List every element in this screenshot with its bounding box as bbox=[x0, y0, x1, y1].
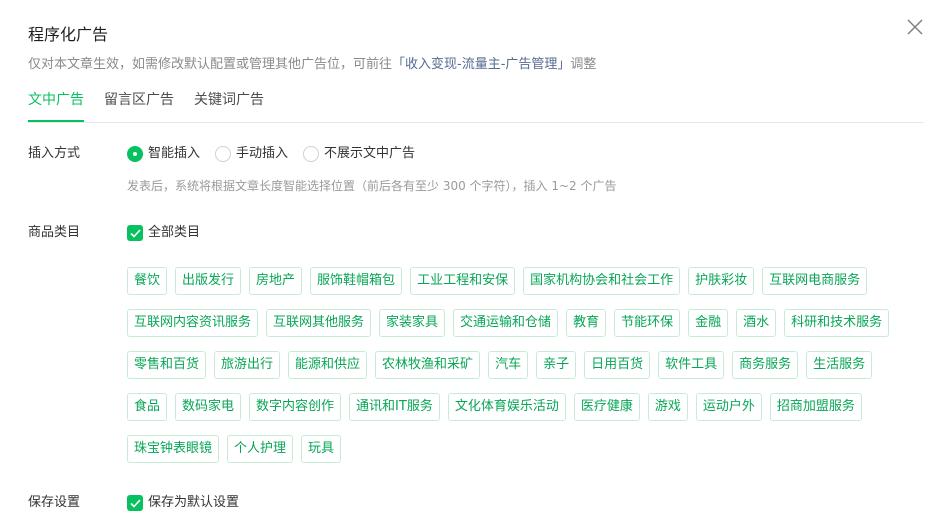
radio-no-ads[interactable]: 不展示文中广告 bbox=[303, 145, 415, 163]
category-tag[interactable]: 珠宝钟表眼镜 bbox=[127, 435, 220, 463]
category-tag[interactable]: 工业工程和安保 bbox=[410, 267, 516, 295]
category-tag[interactable]: 能源和供应 bbox=[288, 351, 368, 379]
ad-management-link[interactable]: 「收入变现-流量主-广告管理」 bbox=[392, 57, 570, 72]
radio-checked-icon bbox=[127, 146, 143, 162]
category-tag[interactable]: 教育 bbox=[566, 309, 607, 337]
category-tag[interactable]: 游戏 bbox=[647, 393, 688, 421]
radio-smart-insert[interactable]: 智能插入 bbox=[127, 145, 200, 163]
tab-in-article-ads[interactable]: 文中广告 bbox=[28, 90, 84, 110]
tag-row: 互联网内容资讯服务 互联网其他服务 家装家具 交通运输和仓储 教育 节能环保 金融 酒水 科研和… bbox=[127, 309, 927, 337]
ad-settings-dialog: 程序化广告 仅对本文章生效，如需修改默认配置或管理其他广告位，可前往「收入变现-… bbox=[0, 0, 950, 530]
category-tag[interactable]: 服饰鞋帽箱包 bbox=[310, 267, 403, 295]
close-button[interactable] bbox=[904, 16, 926, 38]
category-tag[interactable]: 房地产 bbox=[249, 267, 303, 295]
insert-mode-radio-group: 智能插入 手动插入 不展示文中广告 bbox=[127, 145, 430, 163]
category-tag[interactable]: 日用百货 bbox=[584, 351, 651, 379]
category-tag[interactable]: 玩具 bbox=[301, 435, 342, 463]
save-as-default-checkbox[interactable]: 保存为默认设置 bbox=[127, 494, 239, 512]
checkbox-label: 全部类目 bbox=[148, 225, 201, 240]
tag-row: 零售和百货 旅游出行 能源和供应 农林牧渔和采矿 汽车 亲子 日用百货 软件工具 商务服务 生活服… bbox=[127, 351, 927, 379]
category-tag[interactable]: 金融 bbox=[688, 309, 729, 337]
category-tag[interactable]: 个人护理 bbox=[227, 435, 294, 463]
category-tag[interactable]: 文化体育娱乐活动 bbox=[447, 393, 566, 421]
radio-manual-insert[interactable]: 手动插入 bbox=[215, 145, 288, 163]
active-tab-indicator bbox=[28, 120, 84, 122]
category-tag[interactable]: 通讯和IT服务 bbox=[349, 393, 440, 421]
category-tag-list: 餐饮 出版发行 房地产 服饰鞋帽箱包 工业工程和安保 国家机构协会和社会工作 护肤彩妆 互联网… bbox=[127, 267, 927, 477]
category-tag[interactable]: 商务服务 bbox=[732, 351, 799, 379]
checkbox-checked-icon bbox=[127, 495, 143, 511]
radio-label: 智能插入 bbox=[148, 146, 201, 161]
category-tag[interactable]: 零售和百货 bbox=[127, 351, 207, 379]
subtitle-text: 仅对本文章生效，如需修改默认配置或管理其他广告位，可前往 bbox=[28, 57, 393, 72]
subtitle-suffix: 调整 bbox=[570, 57, 597, 72]
tag-row: 食品 数码家电 数字内容创作 通讯和IT服务 文化体育娱乐活动 医疗健康 游戏 运动户外 招商加… bbox=[127, 393, 927, 421]
category-tag[interactable]: 出版发行 bbox=[175, 267, 242, 295]
tag-row: 餐饮 出版发行 房地产 服饰鞋帽箱包 工业工程和安保 国家机构协会和社会工作 护肤彩妆 互联网… bbox=[127, 267, 927, 295]
tag-row: 珠宝钟表眼镜 个人护理 玩具 bbox=[127, 435, 927, 463]
tab-comment-ads[interactable]: 留言区广告 bbox=[104, 90, 174, 110]
radio-label: 不展示文中广告 bbox=[324, 146, 416, 161]
category-tag[interactable]: 运动户外 bbox=[695, 393, 762, 421]
category-tag[interactable]: 餐饮 bbox=[127, 267, 168, 295]
category-tag[interactable]: 数码家电 bbox=[175, 393, 242, 421]
close-icon bbox=[907, 19, 923, 35]
dialog-subtitle: 仅对本文章生效，如需修改默认配置或管理其他广告位，可前往「收入变现-流量主-广告… bbox=[28, 56, 596, 74]
category-label: 商品类目 bbox=[28, 225, 81, 240]
category-tag[interactable]: 软件工具 bbox=[658, 351, 725, 379]
save-settings-label: 保存设置 bbox=[28, 495, 81, 510]
insert-mode-hint: 发表后，系统将根据文章长度智能选择位置（前后各有至少 300 个字符），插入 1… bbox=[127, 179, 617, 193]
category-tag[interactable]: 酒水 bbox=[736, 309, 777, 337]
insert-mode-label: 插入方式 bbox=[28, 146, 81, 161]
category-tag[interactable]: 交通运输和仓储 bbox=[453, 309, 559, 337]
all-categories-checkbox[interactable]: 全部类目 bbox=[127, 224, 200, 242]
category-tag[interactable]: 家装家具 bbox=[379, 309, 446, 337]
tab-keyword-ads[interactable]: 关键词广告 bbox=[194, 90, 264, 110]
category-tag[interactable]: 国家机构协会和社会工作 bbox=[523, 267, 681, 295]
category-tag[interactable]: 招商加盟服务 bbox=[769, 393, 862, 421]
category-tag[interactable]: 互联网电商服务 bbox=[762, 267, 868, 295]
radio-label: 手动插入 bbox=[236, 146, 289, 161]
checkbox-checked-icon bbox=[127, 225, 143, 241]
category-tag[interactable]: 医疗健康 bbox=[573, 393, 640, 421]
category-tag[interactable]: 科研和技术服务 bbox=[784, 309, 890, 337]
tab-bar: 文中广告 留言区广告 关键词广告 bbox=[28, 90, 924, 123]
radio-unchecked-icon bbox=[303, 146, 320, 162]
category-tag[interactable]: 汽车 bbox=[488, 351, 529, 379]
checkbox-label: 保存为默认设置 bbox=[148, 495, 240, 510]
dialog-title: 程序化广告 bbox=[28, 25, 109, 44]
category-tag[interactable]: 生活服务 bbox=[806, 351, 873, 379]
category-tag[interactable]: 互联网其他服务 bbox=[266, 309, 372, 337]
category-tag[interactable]: 亲子 bbox=[536, 351, 577, 379]
category-tag[interactable]: 食品 bbox=[127, 393, 168, 421]
category-tag[interactable]: 旅游出行 bbox=[214, 351, 281, 379]
category-tag[interactable]: 互联网内容资讯服务 bbox=[127, 309, 259, 337]
radio-unchecked-icon bbox=[215, 146, 232, 162]
category-tag[interactable]: 数字内容创作 bbox=[249, 393, 342, 421]
category-tag[interactable]: 农林牧渔和采矿 bbox=[375, 351, 481, 379]
category-tag[interactable]: 节能环保 bbox=[614, 309, 681, 337]
category-tag[interactable]: 护肤彩妆 bbox=[688, 267, 755, 295]
